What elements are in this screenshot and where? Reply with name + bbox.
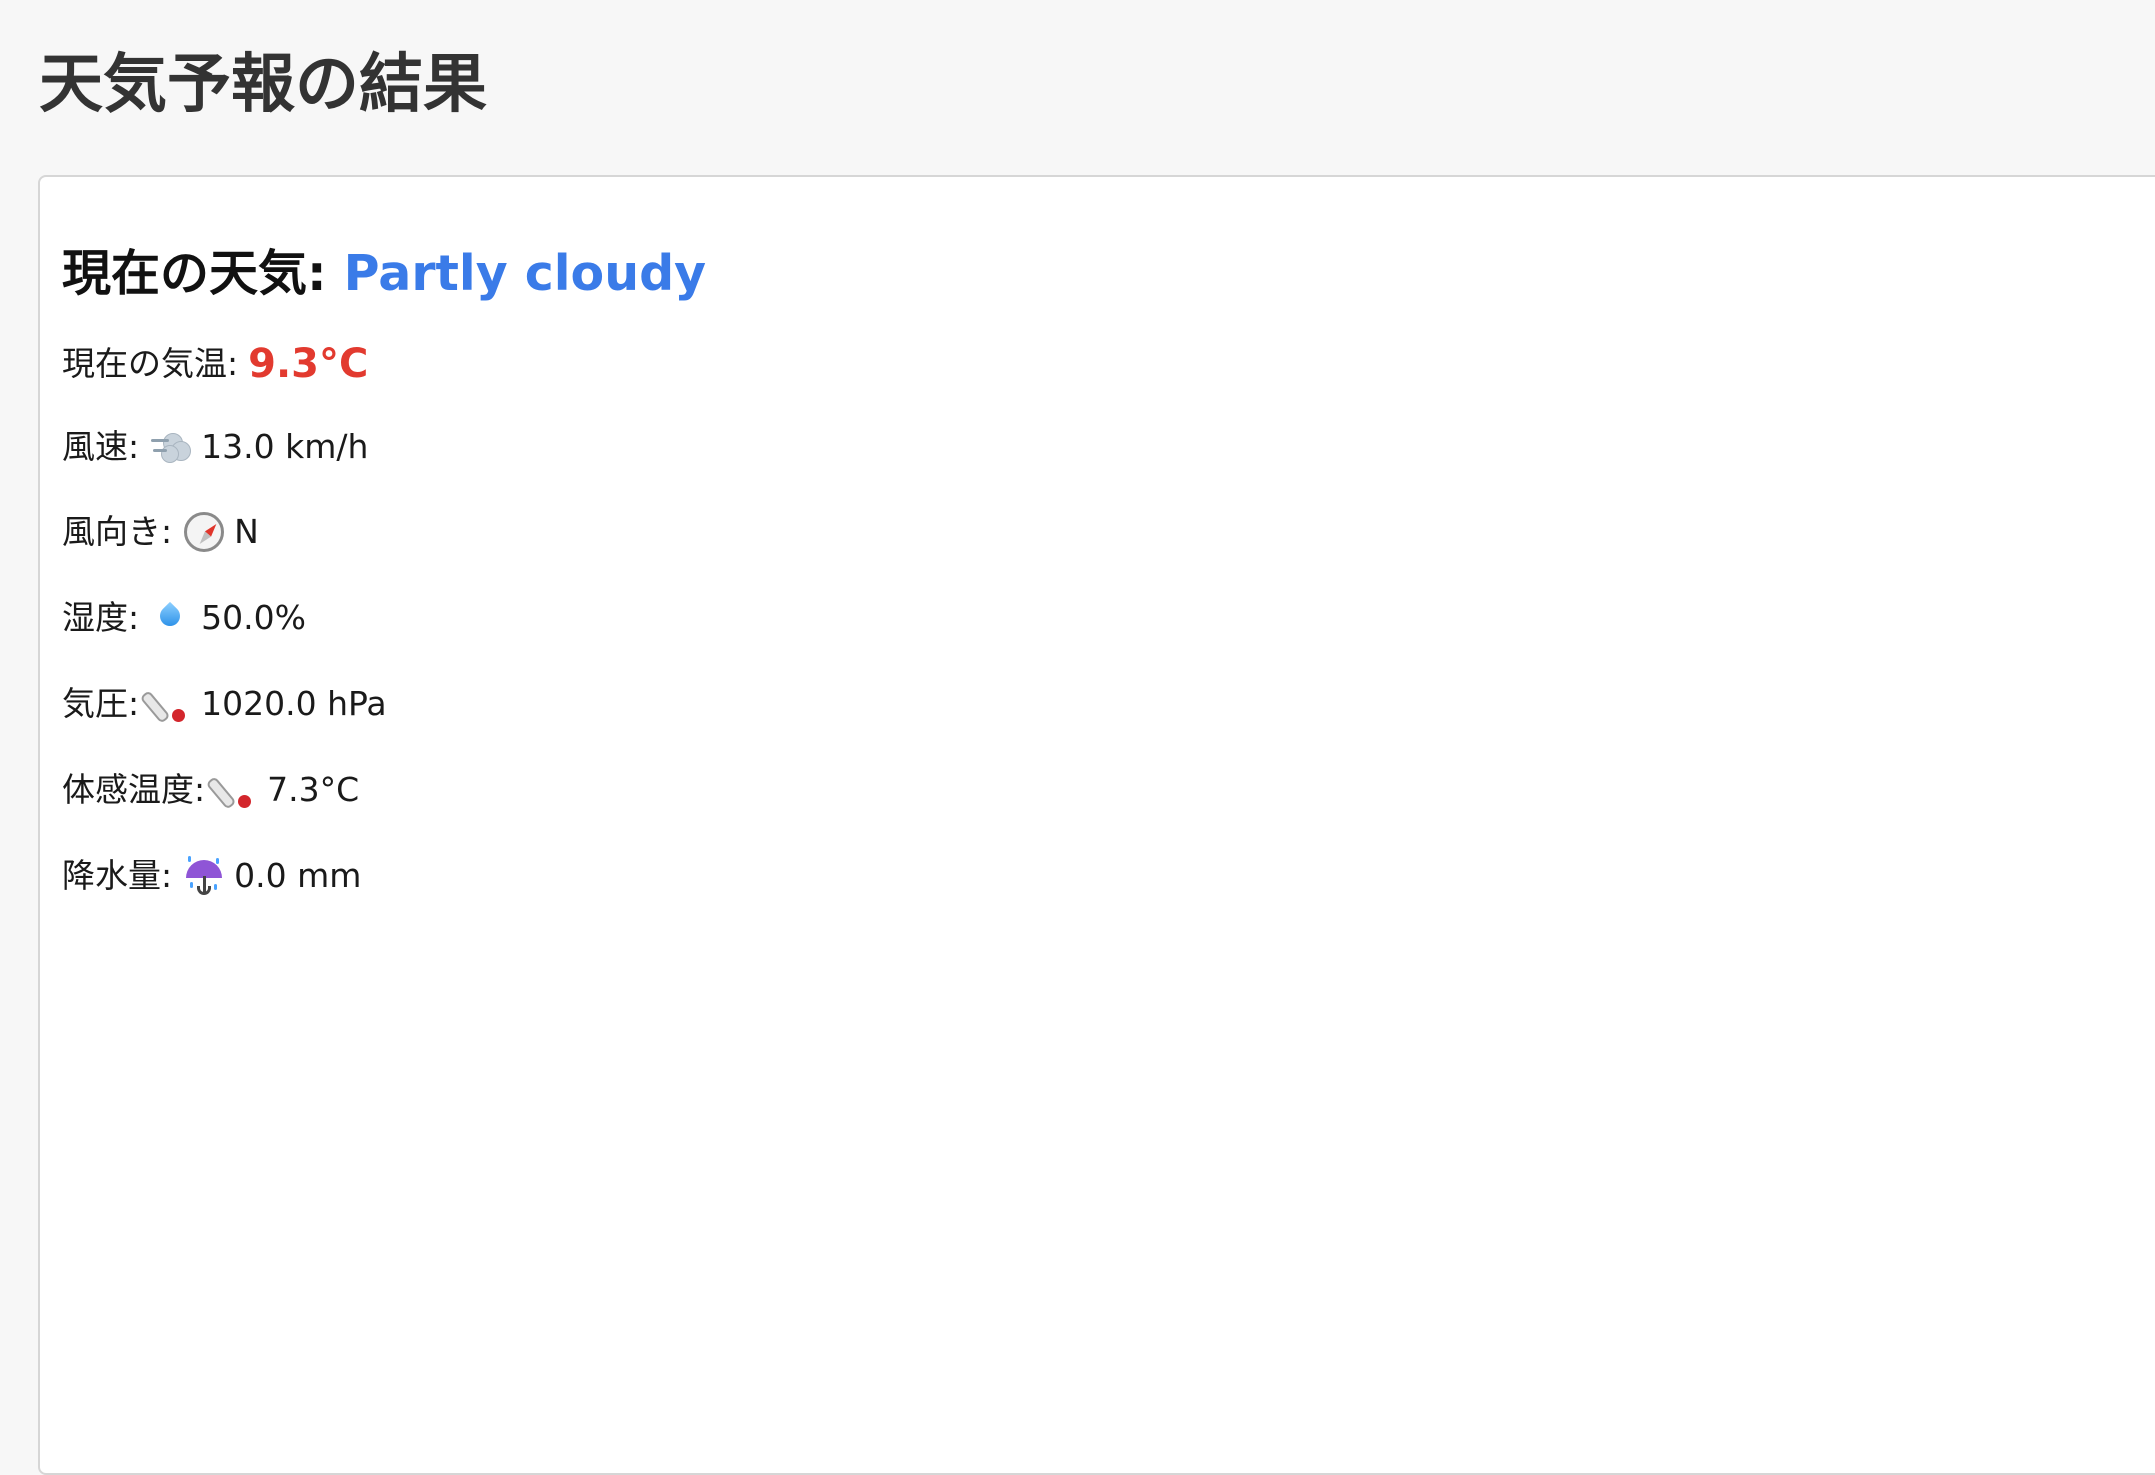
precipitation-row: 降水量: 0.0 mm: [62, 851, 361, 901]
wind-icon: [151, 427, 192, 467]
thermometer-icon: [139, 684, 191, 724]
wind-direction-row: 風向き: N: [62, 507, 259, 557]
wind-speed-label: 風速:: [62, 427, 140, 466]
page-title: 天気予報の結果: [39, 48, 487, 122]
compass-icon: [184, 512, 225, 552]
pressure-value: 1020.0 hPa: [201, 684, 387, 723]
humidity-value: 50.0%: [201, 598, 306, 637]
temperature-row: 現在の気温: 9.3°C: [62, 339, 368, 389]
feels-like-row: 体感温度: 7.3°C: [62, 765, 359, 815]
wind-speed-value: 13.0 km/h: [201, 427, 369, 466]
pressure-label: 気圧:: [62, 684, 140, 723]
feels-like-label: 体感温度:: [62, 770, 206, 809]
precipitation-label: 降水量:: [62, 856, 173, 895]
wind-speed-row: 風速: 13.0 km/h: [62, 422, 368, 472]
current-weather-label: 現在の天気:: [62, 245, 327, 302]
feels-like-value: 7.3°C: [267, 770, 360, 809]
droplet-icon: [151, 598, 191, 638]
humidity-row: 湿度: 50.0%: [62, 593, 306, 643]
wind-direction-value: N: [234, 512, 259, 551]
temperature-value: 9.3°C: [248, 341, 369, 387]
humidity-label: 湿度:: [62, 598, 140, 637]
current-weather-heading: 現在の天気: Partly cloudy: [62, 239, 706, 309]
temperature-label: 現在の気温:: [62, 344, 239, 383]
umbrella-rain-icon: [184, 856, 224, 896]
wind-direction-label: 風向き:: [62, 512, 173, 551]
thermometer-icon: [205, 770, 257, 810]
precipitation-value: 0.0 mm: [234, 856, 362, 895]
pressure-row: 気圧: 1020.0 hPa: [62, 679, 387, 729]
weather-result-card: 現在の天気: Partly cloudy 現在の気温: 9.3°C 風速: 13…: [38, 175, 2155, 1475]
weather-condition: Partly cloudy: [343, 245, 707, 302]
